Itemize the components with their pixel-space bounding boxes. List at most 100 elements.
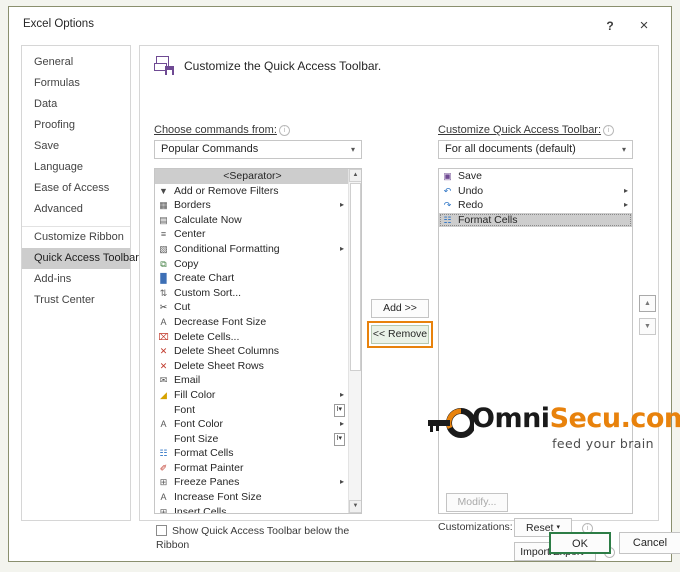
- list-item[interactable]: ▼ Add or Remove Filters: [155, 184, 348, 199]
- sidebar-item-label: Add-ins: [34, 273, 72, 285]
- sidebar-item-customize-ribbon[interactable]: Customize Ribbon: [22, 226, 130, 248]
- submenu-arrow-icon[interactable]: ▸: [340, 242, 344, 257]
- list-item[interactable]: ◢ Fill Color ▸: [155, 388, 348, 403]
- remove-button[interactable]: << Remove: [371, 325, 429, 344]
- available-commands-list[interactable]: <Separator> ▼ Add or Remove Filters ▦ Border…: [154, 168, 362, 514]
- move-down-button[interactable]: ▼: [639, 318, 656, 335]
- remove-button-label: << Remove: [372, 328, 428, 340]
- increase-font-icon: A: [160, 492, 167, 503]
- list-item[interactable]: ☷ Format Cells: [439, 212, 632, 228]
- ok-button[interactable]: OK: [549, 532, 611, 554]
- submenu-arrow-icon[interactable]: ▸: [340, 198, 344, 213]
- submenu-arrow-icon[interactable]: ▸: [624, 198, 628, 213]
- cancel-button[interactable]: Cancel: [619, 532, 680, 554]
- list-item-label: <Separator>: [223, 170, 282, 182]
- scrollbar-thumb[interactable]: [350, 183, 361, 371]
- list-item-label: Copy: [174, 257, 199, 270]
- list-item[interactable]: ✉ Email: [155, 373, 348, 388]
- sidebar-item-proofing[interactable]: Proofing: [22, 115, 130, 136]
- list-item[interactable]: ≡ Center: [155, 227, 348, 242]
- list-item-label: Freeze Panes: [174, 476, 240, 489]
- sidebar-item-language[interactable]: Language: [22, 157, 130, 178]
- list-item[interactable]: ⧉ Copy: [155, 257, 348, 272]
- submenu-arrow-icon[interactable]: ▸: [624, 184, 628, 199]
- list-item[interactable]: A Decrease Font Size: [155, 315, 348, 330]
- list-item[interactable]: ✕ Delete Sheet Columns: [155, 344, 348, 359]
- list-item[interactable]: ▣ Save: [439, 169, 632, 184]
- info-icon[interactable]: i: [603, 125, 615, 136]
- list-item[interactable]: ▦ Borders ▸: [155, 198, 348, 213]
- list-item[interactable]: A Font Color ▸: [155, 417, 348, 432]
- sidebar-item-save[interactable]: Save: [22, 136, 130, 157]
- list-item[interactable]: ⊞ Freeze Panes ▸: [155, 475, 348, 490]
- list-item[interactable]: ✐ Format Painter: [155, 461, 348, 476]
- sidebar-item-general[interactable]: General: [22, 52, 130, 73]
- modify-button[interactable]: Modify...: [446, 493, 508, 512]
- list-item[interactable]: Font I▾: [155, 403, 348, 418]
- sidebar-item-label: Trust Center: [34, 294, 95, 306]
- list-item-label: Insert Cells...: [174, 505, 236, 513]
- list-item-label: Email: [174, 374, 201, 387]
- list-item-label: Borders: [174, 199, 211, 212]
- excel-options-dialog: Excel Options ? × General Formulas Data Pro…: [8, 6, 680, 562]
- list-item[interactable]: ⊞ Insert Cells...: [155, 505, 348, 513]
- list-item[interactable]: ▧ Conditional Formatting ▸: [155, 242, 348, 257]
- sidebar-item-formulas[interactable]: Formulas: [22, 73, 130, 94]
- checkbox-box[interactable]: [156, 525, 167, 536]
- sidebar-item-advanced[interactable]: Advanced: [22, 199, 130, 220]
- add-button-label: Add >>: [383, 302, 417, 314]
- list-item[interactable]: <Separator>: [155, 169, 348, 184]
- list-item[interactable]: ✂ Cut: [155, 300, 348, 315]
- list-item[interactable]: ⌧ Delete Cells...: [155, 330, 348, 345]
- list-item[interactable]: Font Size I▾: [155, 432, 348, 447]
- commands-list-scrollbar[interactable]: ▲ ▼: [348, 169, 361, 513]
- chevron-down-icon: ▾: [621, 145, 626, 154]
- inline-combobox-icon[interactable]: I▾: [333, 432, 345, 446]
- submenu-arrow-icon[interactable]: ▸: [340, 417, 344, 432]
- scissors-icon: ✂: [159, 302, 168, 313]
- list-item[interactable]: ▤ Calculate Now: [155, 213, 348, 228]
- close-icon[interactable]: ×: [629, 15, 659, 37]
- modify-button-label: Modify...: [457, 496, 497, 508]
- list-item-label: Center: [174, 228, 206, 241]
- choose-commands-label: Choose commands from: i: [154, 124, 290, 136]
- qat-commands-list[interactable]: ▣ Save ↶ Undo ▸ ↷ Redo ▸ ☷ Format Cells: [438, 168, 633, 514]
- list-item[interactable]: █ Create Chart: [155, 271, 348, 286]
- format-painter-icon: ✐: [159, 462, 168, 473]
- sidebar-item-data[interactable]: Data: [22, 94, 130, 115]
- list-item[interactable]: ↷ Redo ▸: [439, 198, 632, 213]
- list-item-label: Conditional Formatting: [174, 242, 280, 255]
- sidebar-item-quick-access-toolbar[interactable]: Quick Access Toolbar: [22, 248, 139, 269]
- scroll-up-icon[interactable]: ▲: [349, 169, 361, 182]
- add-button[interactable]: Add >>: [371, 299, 429, 318]
- sidebar-item-ease-of-access[interactable]: Ease of Access: [22, 178, 130, 199]
- delete-columns-icon: ✕: [159, 346, 168, 357]
- dialog-title: Excel Options: [23, 18, 94, 30]
- sidebar-item-label: Data: [34, 98, 58, 110]
- list-item-label: Format Cells: [458, 213, 518, 226]
- list-item[interactable]: ☷ Format Cells: [155, 446, 348, 461]
- sidebar-item-label: Ease of Access: [34, 182, 110, 194]
- move-up-button[interactable]: ▲: [639, 295, 656, 312]
- list-item-label: Delete Sheet Rows: [174, 359, 264, 372]
- list-item[interactable]: ✕ Delete Sheet Rows: [155, 359, 348, 374]
- list-item[interactable]: ⇅ Custom Sort...: [155, 286, 348, 301]
- list-item[interactable]: A Increase Font Size: [155, 490, 348, 505]
- customize-qat-label: Customize Quick Access Toolbar: i: [438, 124, 615, 136]
- sidebar-item-add-ins[interactable]: Add-ins: [22, 269, 130, 290]
- show-qat-below-ribbon-checkbox[interactable]: Show Quick Access Toolbar below the Ribb…: [156, 524, 368, 552]
- info-icon[interactable]: i: [278, 125, 290, 136]
- list-item-label: Create Chart: [174, 272, 235, 285]
- sidebar-item-label: Formulas: [34, 77, 80, 89]
- inline-combobox-icon[interactable]: I▾: [333, 403, 345, 417]
- submenu-arrow-icon[interactable]: ▸: [340, 475, 344, 490]
- list-item[interactable]: ↶ Undo ▸: [439, 184, 632, 199]
- submenu-arrow-icon[interactable]: ▸: [340, 388, 344, 403]
- cancel-button-label: Cancel: [632, 537, 668, 549]
- list-item-label: Add or Remove Filters: [174, 184, 279, 197]
- choose-commands-dropdown[interactable]: Popular Commands ▾: [154, 140, 362, 159]
- scroll-down-icon[interactable]: ▼: [349, 500, 361, 513]
- sidebar-item-trust-center[interactable]: Trust Center: [22, 290, 130, 311]
- help-icon[interactable]: ?: [595, 15, 625, 37]
- customize-qat-dropdown[interactable]: For all documents (default) ▾: [438, 140, 633, 159]
